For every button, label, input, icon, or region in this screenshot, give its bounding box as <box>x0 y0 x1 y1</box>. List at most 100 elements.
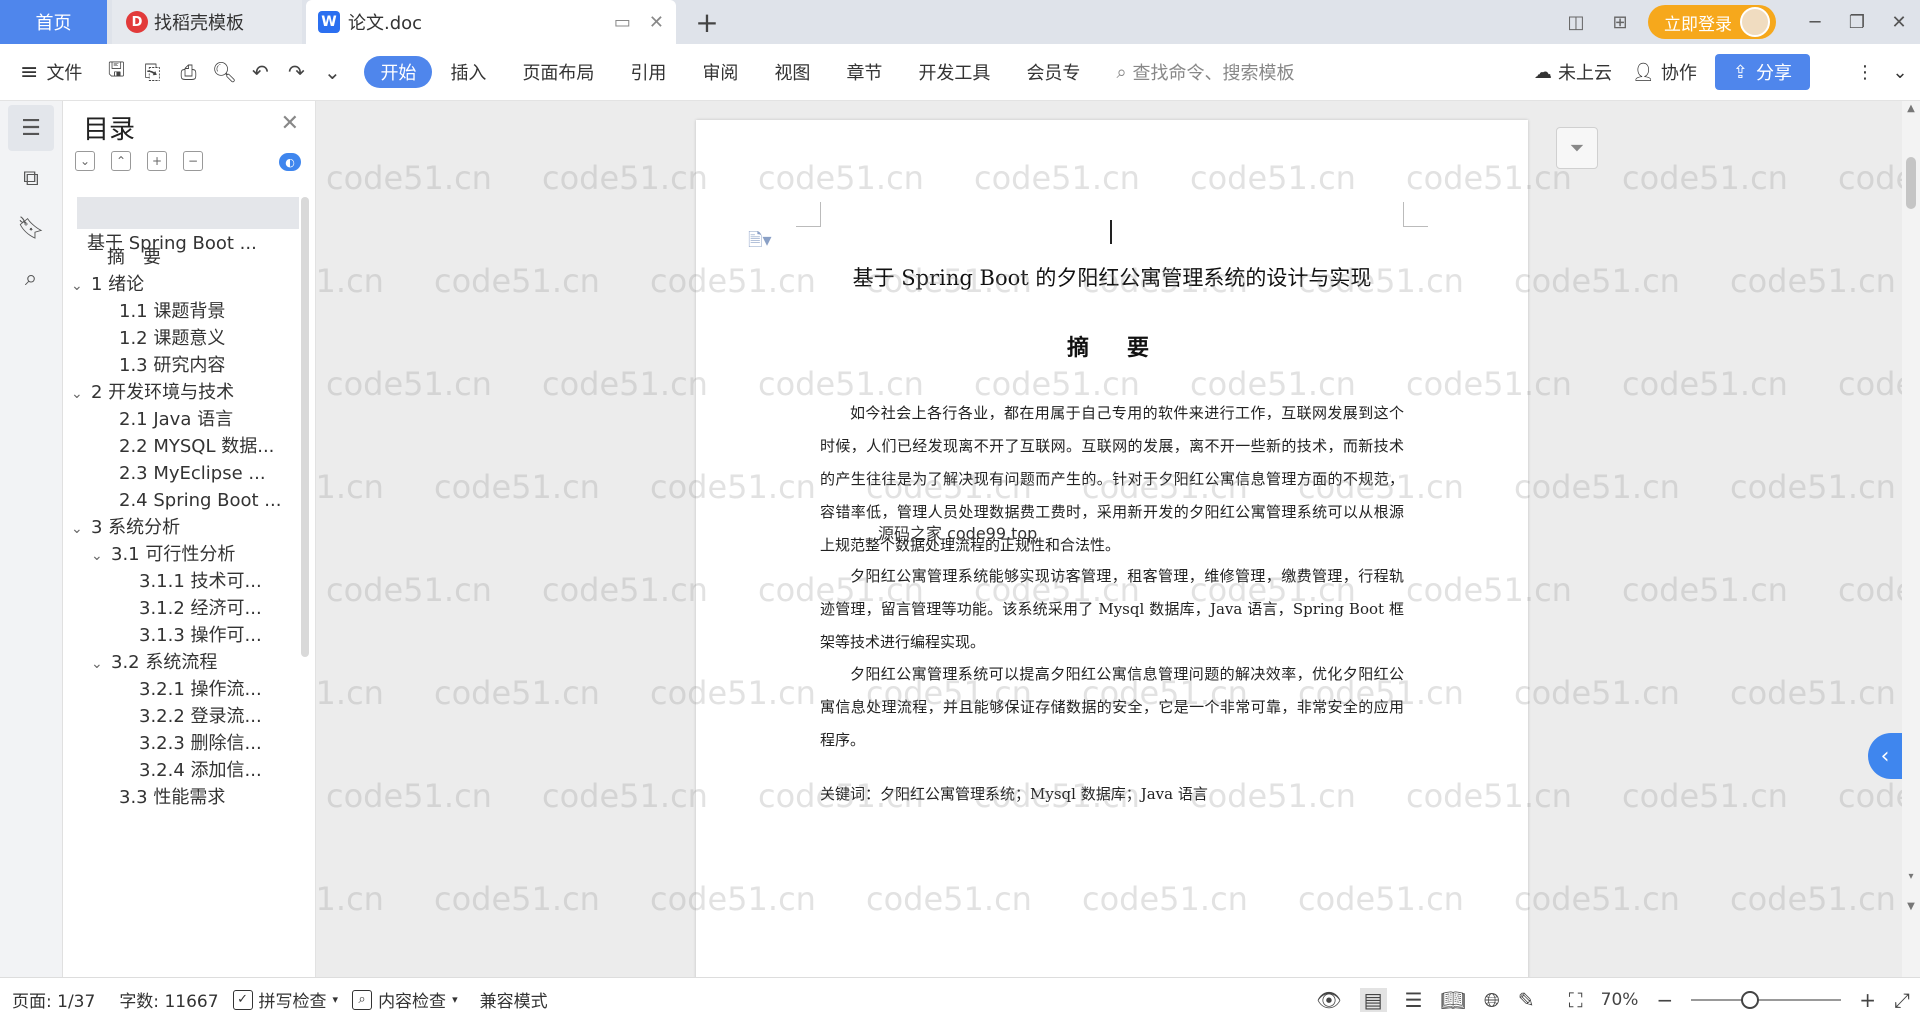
close-window-icon[interactable]: ✕ <box>1878 12 1920 33</box>
document-canvas[interactable]: 🗎▾ 基于 Spring Boot 的夕阳红公寓管理系统的设计与实现 摘 要 如… <box>316 101 1902 977</box>
expand-side-panel-icon[interactable]: ‹ <box>1868 733 1902 779</box>
cloud-status-button[interactable]: ☁ 未上云 <box>1534 54 1612 90</box>
file-menu[interactable]: ≡ 文件 <box>20 54 82 90</box>
fullscreen-icon[interactable]: ⤢ <box>1894 988 1910 1012</box>
toc-item[interactable]: ⌄ 1 绪论 <box>71 270 299 300</box>
tab-view[interactable]: 视图 <box>756 54 828 90</box>
toc-item[interactable]: 3.2.2 登录流... <box>111 702 299 732</box>
quick-access-dropdown-icon[interactable]: ⌄ <box>314 54 350 90</box>
toc-item[interactable]: 摘 要 <box>87 243 299 273</box>
bookmark-icon[interactable]: 🔖︎ <box>8 205 54 251</box>
collapse-all-icon[interactable]: ⌃ <box>111 151 131 171</box>
web-view-icon[interactable]: 🌐︎ <box>1484 988 1500 1012</box>
toc-item[interactable]: 2.1 Java 语言 <box>91 405 299 435</box>
add-heading-icon[interactable]: + <box>147 151 167 171</box>
pin-window-icon[interactable]: ▭ <box>614 12 631 33</box>
page-indicator[interactable]: 页面: 1/37 <box>12 987 95 1012</box>
chevron-down-icon[interactable]: ⌄ <box>71 271 91 300</box>
spell-check-button[interactable]: ✓ 拼写检查 ▾ <box>232 987 338 1012</box>
export-pdf-icon[interactable]: ⎘ <box>134 54 170 90</box>
redo-icon[interactable]: ↷ <box>278 54 314 90</box>
zoom-level[interactable]: 70% <box>1601 990 1639 1010</box>
layout-toggle-icon[interactable]: ◫ <box>1554 0 1598 44</box>
smart-toc-icon[interactable]: ◐ <box>279 153 301 171</box>
chevron-down-icon[interactable]: ⌄ <box>91 541 111 570</box>
scroll-up-icon[interactable]: ▲ <box>1902 103 1920 114</box>
page-view-icon[interactable]: ▤ <box>1359 987 1387 1012</box>
print-icon[interactable]: ⎙ <box>170 54 206 90</box>
fit-page-icon[interactable]: ⛶ <box>1569 988 1583 1012</box>
toc-item[interactable]: 3.2.1 操作流... <box>111 675 299 705</box>
apps-grid-icon[interactable]: ⊞ <box>1598 0 1642 44</box>
toc-selected-row[interactable] <box>77 197 299 229</box>
more-icon[interactable]: ⋮ <box>1850 54 1880 90</box>
chevron-down-icon[interactable]: ⌄ <box>71 379 91 408</box>
scroll-thumb[interactable] <box>1906 157 1916 209</box>
toc-item[interactable]: 1.2 课题意义 <box>91 324 299 354</box>
toc-item[interactable]: ⌄ 3 系统分析 <box>71 513 299 543</box>
tab-chapter[interactable]: 章节 <box>828 54 900 90</box>
command-search-input[interactable]: ⌕ 查找命令、搜索模板 <box>1116 54 1294 90</box>
tab-developer[interactable]: 开发工具 <box>900 54 1008 90</box>
undo-icon[interactable]: ↶ <box>242 54 278 90</box>
save-icon[interactable]: 🖫 <box>98 54 134 90</box>
zoom-out-icon[interactable]: − <box>1656 988 1673 1012</box>
template-tab[interactable]: D 找稻壳模板 <box>112 0 302 44</box>
new-tab-button[interactable]: + <box>692 0 722 44</box>
toc-item[interactable]: 2.2 MYSQL 数据... <box>91 432 299 462</box>
tab-insert[interactable]: 插入 <box>432 54 504 90</box>
close-tab-icon[interactable]: ✕ <box>649 12 664 33</box>
collapse-ribbon-icon[interactable]: ⌄ <box>1880 54 1920 90</box>
toc-item[interactable]: ⌄ 3.1 可行性分析 <box>91 540 299 570</box>
collaborate-button[interactable]: 👤︎ 协作 <box>1632 54 1697 90</box>
toc-scrollbar[interactable] <box>301 197 309 657</box>
write-mode-icon[interactable]: ✎ <box>1518 988 1535 1012</box>
remove-heading-icon[interactable]: − <box>183 151 203 171</box>
toc-item[interactable]: 3.2.3 删除信... <box>111 729 299 759</box>
paragraph-options-icon[interactable]: 🗎▾ <box>748 228 772 258</box>
zoom-slider[interactable] <box>1691 990 1842 1009</box>
document-tab[interactable]: W 论文.doc ▭ ✕ <box>306 0 676 44</box>
toc-item[interactable]: 1.1 课题背景 <box>91 297 299 327</box>
restore-icon[interactable]: ❐ <box>1836 12 1878 33</box>
chevron-down-icon[interactable]: ⌄ <box>71 514 91 543</box>
login-button[interactable]: 立即登录 <box>1648 5 1776 39</box>
toc-item[interactable]: 3.1.2 经济可... <box>111 594 299 624</box>
toc-item[interactable]: 1.3 研究内容 <box>91 351 299 381</box>
eye-protect-icon[interactable]: 👁︎ <box>1316 988 1341 1012</box>
minimize-icon[interactable]: ─ <box>1794 12 1836 33</box>
zoom-in-icon[interactable]: + <box>1859 988 1876 1012</box>
section-nav-icon[interactable]: ⧉ <box>8 155 54 201</box>
toc-item[interactable]: 3.2.4 添加信... <box>111 756 299 786</box>
toc-item[interactable]: ⌄ 3.2 系统流程 <box>91 648 299 678</box>
filter-icon[interactable]: ⏷ <box>1556 127 1598 169</box>
toc-item[interactable]: ⌄ 2 开发环境与技术 <box>71 378 299 408</box>
outline-view-icon[interactable]: ☰ <box>1405 988 1423 1012</box>
tab-page-layout[interactable]: 页面布局 <box>504 54 612 90</box>
home-tab[interactable]: 首页 <box>0 0 107 44</box>
find-icon[interactable]: ⌕ <box>8 255 54 301</box>
print-preview-icon[interactable]: 🔍︎ <box>206 54 242 90</box>
tab-review[interactable]: 审阅 <box>684 54 756 90</box>
toc-item[interactable]: 3.3 性能需求 <box>91 783 299 813</box>
toc-item[interactable]: 3.1.1 技术可... <box>111 567 299 597</box>
chevron-down-icon[interactable]: ⌄ <box>91 649 111 678</box>
toc-panel-icon[interactable]: ☰ <box>8 105 54 151</box>
scroll-down-icon[interactable]: ▼ <box>1902 901 1920 912</box>
toc-item[interactable]: 2.4 Spring Boot ... <box>91 486 299 516</box>
document-page[interactable]: 🗎▾ 基于 Spring Boot 的夕阳红公寓管理系统的设计与实现 摘 要 如… <box>696 120 1528 977</box>
word-count[interactable]: 字数: 11667 <box>119 987 218 1012</box>
toc-item[interactable]: 2.3 MyEclipse ... <box>91 459 299 489</box>
tab-references[interactable]: 引用 <box>612 54 684 90</box>
zoom-slider-knob[interactable] <box>1741 990 1760 1009</box>
expand-all-icon[interactable]: ⌄ <box>75 151 95 171</box>
page-up-icon[interactable]: ▾ <box>1902 871 1920 882</box>
tab-home[interactable]: 开始 <box>364 56 433 88</box>
reading-view-icon[interactable]: 📖︎ <box>1441 988 1466 1012</box>
vertical-scrollbar[interactable]: ▲ ▾ ▼ <box>1902 101 1920 977</box>
close-toc-icon[interactable]: ✕ <box>281 111 299 136</box>
tab-member[interactable]: 会员专 <box>1008 54 1098 90</box>
content-check-button[interactable]: ⌕ 内容检查 ▾ <box>352 987 458 1012</box>
toc-item[interactable]: 3.1.3 操作可... <box>111 621 299 651</box>
share-button[interactable]: ⇪ 分享 <box>1714 54 1810 90</box>
